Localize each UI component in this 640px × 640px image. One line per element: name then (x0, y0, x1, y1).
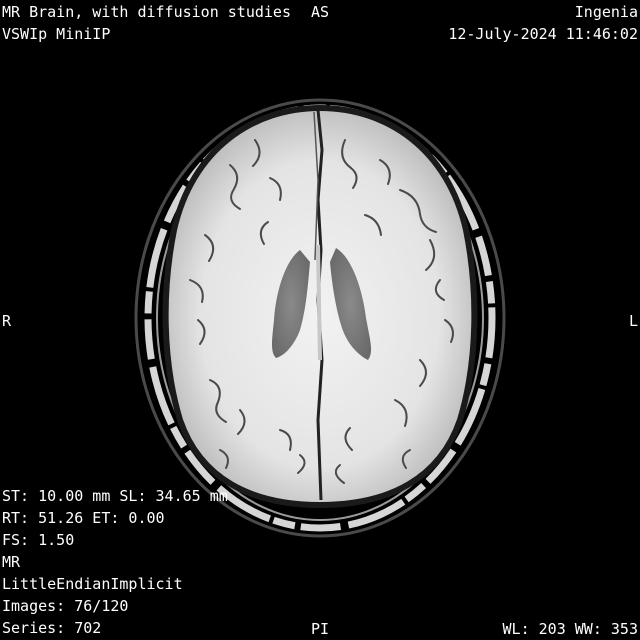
orientation-left: R (2, 312, 12, 330)
series-description: VSWIp MiniIP (2, 25, 111, 43)
orientation-right: L (628, 312, 638, 330)
field-strength: FS: 1.50 (2, 531, 75, 549)
image-counter: Images: 76/120 (2, 597, 129, 615)
orientation-bottom: PI (311, 620, 330, 638)
repetition-echo-time: RT: 51.26 ET: 0.00 (2, 509, 165, 527)
dicom-viewer[interactable]: MR Brain, with diffusion studies VSWIp M… (0, 0, 640, 640)
institution-name: Ingenia (574, 3, 638, 21)
septum (316, 244, 322, 361)
modality: MR (2, 553, 21, 571)
acquisition-params: ST: 10.00 mm SL: 34.65 mm RT: 51.26 ET: … (2, 485, 228, 639)
study-title: MR Brain, with diffusion studies (2, 3, 291, 21)
window-level-width: WL: 203 WW: 353 (502, 620, 638, 638)
slice-thickness-location: ST: 10.00 mm SL: 34.65 mm (2, 487, 228, 505)
series-number: Series: 702 (2, 619, 102, 637)
transfer-syntax: LittleEndianImplicit (2, 575, 183, 593)
acquisition-datetime: 12-July-2024 11:46:02 (448, 25, 638, 43)
orientation-top: AS (311, 3, 330, 21)
